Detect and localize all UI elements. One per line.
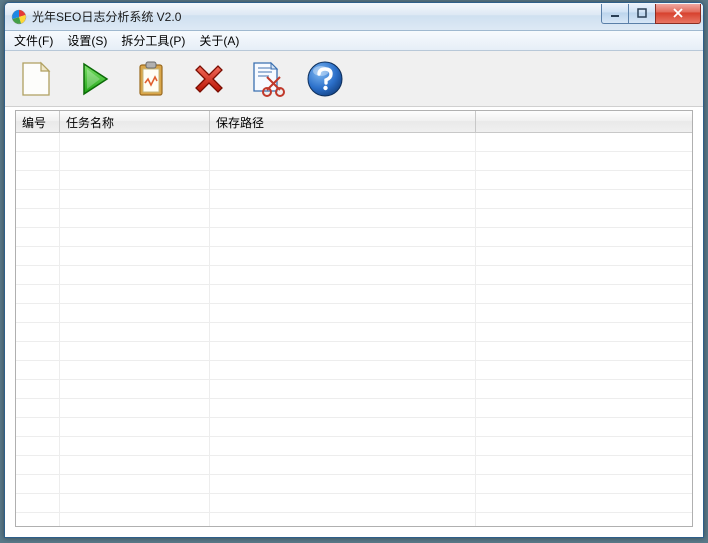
table-row[interactable] bbox=[16, 133, 692, 152]
table-row[interactable] bbox=[16, 513, 692, 526]
table-row[interactable] bbox=[16, 190, 692, 209]
table-row[interactable] bbox=[16, 209, 692, 228]
table-row[interactable] bbox=[16, 247, 692, 266]
delete-x-icon bbox=[189, 59, 229, 99]
menu-about[interactable]: 关于(A) bbox=[192, 30, 246, 51]
window-controls bbox=[602, 4, 701, 24]
delete-button[interactable] bbox=[187, 57, 231, 101]
table-row[interactable] bbox=[16, 323, 692, 342]
menu-split-tools[interactable]: 拆分工具(P) bbox=[114, 30, 192, 51]
table-row[interactable] bbox=[16, 418, 692, 437]
clipboard-button[interactable] bbox=[129, 57, 173, 101]
menu-settings[interactable]: 设置(S) bbox=[60, 30, 114, 51]
col-extra[interactable] bbox=[476, 111, 692, 132]
col-id[interactable]: 编号 bbox=[16, 111, 60, 132]
app-icon bbox=[11, 9, 27, 25]
menubar: 文件(F) 设置(S) 拆分工具(P) 关于(A) bbox=[5, 31, 703, 51]
play-icon bbox=[73, 59, 113, 99]
grid-header: 编号 任务名称 保存路径 bbox=[16, 111, 692, 133]
close-button[interactable] bbox=[655, 4, 701, 24]
table-row[interactable] bbox=[16, 399, 692, 418]
run-button[interactable] bbox=[71, 57, 115, 101]
table-row[interactable] bbox=[16, 285, 692, 304]
help-icon bbox=[305, 59, 345, 99]
toolbar bbox=[5, 51, 703, 107]
task-grid: 编号 任务名称 保存路径 bbox=[15, 110, 693, 527]
table-row[interactable] bbox=[16, 152, 692, 171]
cut-tool-button[interactable] bbox=[245, 57, 289, 101]
document-icon bbox=[15, 59, 55, 99]
grid-body[interactable] bbox=[16, 133, 692, 526]
help-button[interactable] bbox=[303, 57, 347, 101]
table-row[interactable] bbox=[16, 361, 692, 380]
table-row[interactable] bbox=[16, 380, 692, 399]
table-row[interactable] bbox=[16, 456, 692, 475]
minimize-button[interactable] bbox=[601, 4, 629, 24]
col-task-name[interactable]: 任务名称 bbox=[60, 111, 210, 132]
col-save-path[interactable]: 保存路径 bbox=[210, 111, 476, 132]
titlebar: 光年SEO日志分析系统 V2.0 bbox=[5, 3, 703, 31]
table-row[interactable] bbox=[16, 342, 692, 361]
app-window: 光年SEO日志分析系统 V2.0 文件(F) 设置(S) 拆分工具(P) 关于(… bbox=[4, 2, 704, 538]
table-row[interactable] bbox=[16, 171, 692, 190]
cut-page-icon bbox=[247, 59, 287, 99]
window-title: 光年SEO日志分析系统 V2.0 bbox=[32, 8, 181, 25]
table-row[interactable] bbox=[16, 437, 692, 456]
table-row[interactable] bbox=[16, 304, 692, 323]
menu-file[interactable]: 文件(F) bbox=[7, 30, 60, 51]
new-button[interactable] bbox=[13, 57, 57, 101]
table-row[interactable] bbox=[16, 228, 692, 247]
table-row[interactable] bbox=[16, 266, 692, 285]
table-row[interactable] bbox=[16, 475, 692, 494]
table-row[interactable] bbox=[16, 494, 692, 513]
clipboard-icon bbox=[131, 59, 171, 99]
maximize-button[interactable] bbox=[628, 4, 656, 24]
